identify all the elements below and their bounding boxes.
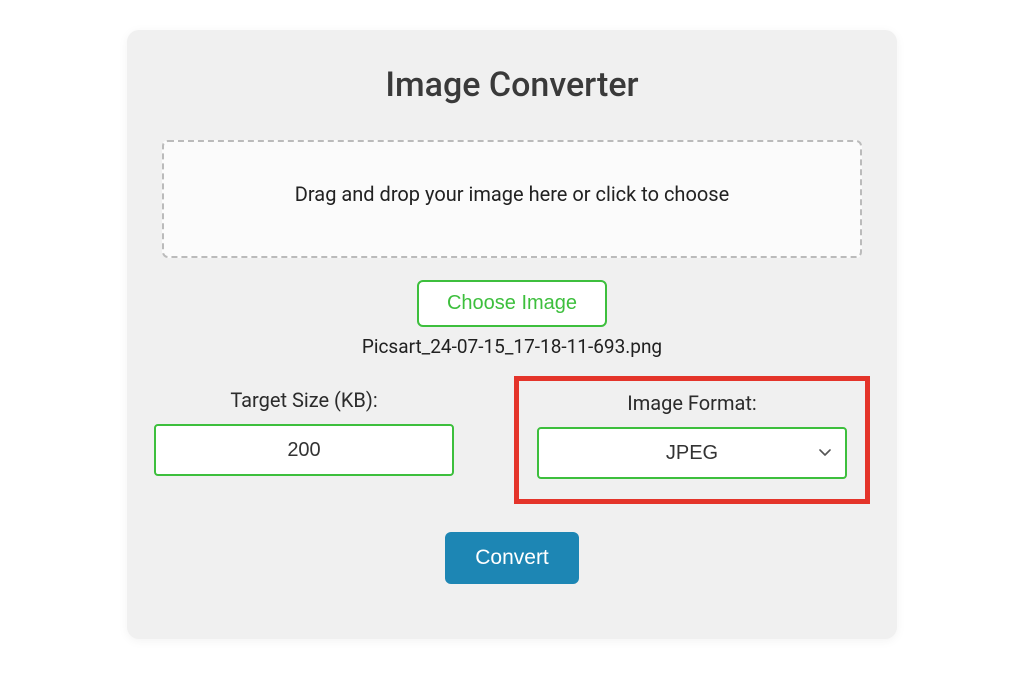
dropzone-text: Drag and drop your image here or click t… (184, 182, 840, 206)
page-title: Image Converter (162, 65, 862, 105)
field-target-size: Target Size (KB): (154, 388, 454, 476)
fields-row: Target Size (KB): Image Format: JPEG (162, 388, 862, 504)
converter-card: Image Converter Drag and drop your image… (127, 30, 897, 639)
image-format-label: Image Format: (627, 391, 757, 415)
convert-button[interactable]: Convert (445, 532, 579, 584)
target-size-input[interactable] (154, 424, 454, 476)
dropzone[interactable]: Drag and drop your image here or click t… (162, 140, 862, 258)
convert-wrap: Convert (162, 532, 862, 584)
target-size-label: Target Size (KB): (230, 388, 377, 412)
image-format-highlight: Image Format: JPEG (514, 376, 870, 504)
field-image-format: Image Format: JPEG (537, 391, 847, 479)
choose-image-button[interactable]: Choose Image (417, 280, 607, 327)
image-format-select-wrap: JPEG (537, 427, 847, 479)
image-format-select[interactable]: JPEG (537, 427, 847, 479)
choose-image-wrap: Choose Image (162, 280, 862, 327)
selected-filename: Picsart_24-07-15_17-18-11-693.png (162, 335, 862, 358)
